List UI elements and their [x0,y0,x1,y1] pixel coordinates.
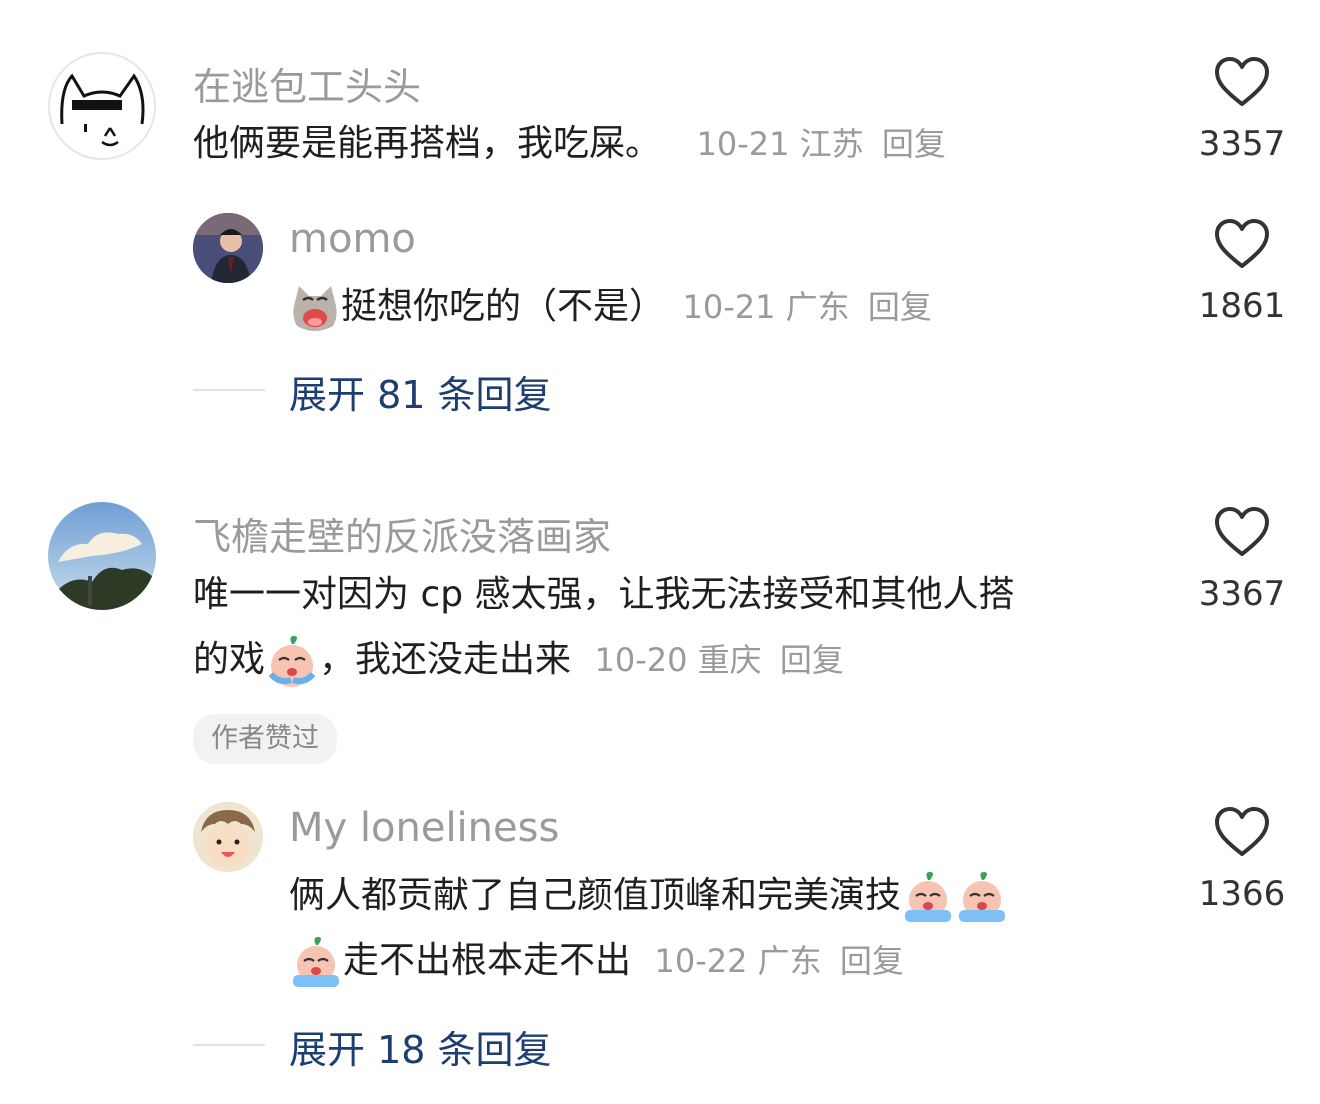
crying-peach-emoji [293,937,339,987]
comment-text-line-1: 唯一一对因为 cp 感太强，让我无法接受和其他人搭 [193,574,1015,615]
reply-button[interactable]: 回复 [868,288,932,326]
like-count: 1861 [1198,286,1286,326]
reply-location: 广东 [757,942,822,980]
comment-location: 江苏 [799,125,864,163]
reply-body-line-2: 走不出根本走不出 [343,940,632,981]
crying-peach-emoji [959,872,1006,922]
reply-date: 10-21 [682,288,776,326]
heart-icon[interactable] [1214,506,1270,558]
man-in-suit-avatar[interactable] [193,213,263,283]
comment-location: 重庆 [697,641,762,679]
crying-peach-emoji [905,872,952,922]
comment-body-b: ，我还没走出来 [319,639,572,680]
reply-username[interactable]: momo [289,216,416,262]
sky-clouds-avatar[interactable] [48,502,156,610]
reply-username[interactable]: My loneliness [289,805,559,851]
author-liked-badge: 作者赞过 [193,714,337,764]
reply-body: 挺想你吃的（不是） [341,286,666,327]
comment-date: 10-21 [696,125,790,163]
comment-username[interactable]: 在逃包工头头 [193,56,421,111]
comment-body: 他俩要是能再搭档，我吃屎。 [193,123,662,164]
expand-divider [193,1044,265,1046]
comment-body-a: 的戏 [193,639,266,680]
reply-button[interactable]: 回复 [780,641,844,679]
comment-username[interactable]: 飞檐走壁的反派没落画家 [193,506,611,561]
heart-icon[interactable] [1214,218,1270,270]
reply-text-line-1: 俩人都贡献了自己颜值顶峰和完美演技 [289,864,1009,928]
cartoon-face-avatar[interactable] [193,802,263,872]
comment-text-line-2: 的戏 ，我还没走出来 10-20 重庆 回复 [193,628,844,692]
reply-text: 挺想你吃的（不是） 10-21 广东 回复 [289,275,932,339]
reply-button[interactable]: 回复 [882,125,946,163]
reply-location: 广东 [785,288,850,326]
heart-icon[interactable] [1214,56,1270,108]
reply-date: 10-22 [654,942,748,980]
expand-divider [193,389,265,391]
expand-replies-button[interactable]: 展开 18 条回复 [289,1019,552,1074]
cat-doodle-avatar[interactable] [48,52,156,160]
comment-date: 10-20 [594,641,688,679]
crying-peach-emoji [268,636,316,687]
like-count: 3367 [1198,574,1286,614]
like-count: 3357 [1198,124,1286,164]
reply-button[interactable]: 回复 [840,942,904,980]
like-count: 1366 [1198,874,1286,914]
reply-text-line-2: 走不出根本走不出 10-22 广东 回复 [289,929,904,993]
heart-icon[interactable] [1214,806,1270,858]
comment-text: 他俩要是能再搭档，我吃屎。 10-21 江苏 回复 [193,112,946,176]
reply-body-line-1: 俩人都贡献了自己颜值顶峰和完美演技 [289,875,902,916]
expand-replies-button[interactable]: 展开 81 条回复 [289,364,552,419]
crying-cat-emoji [293,286,337,331]
